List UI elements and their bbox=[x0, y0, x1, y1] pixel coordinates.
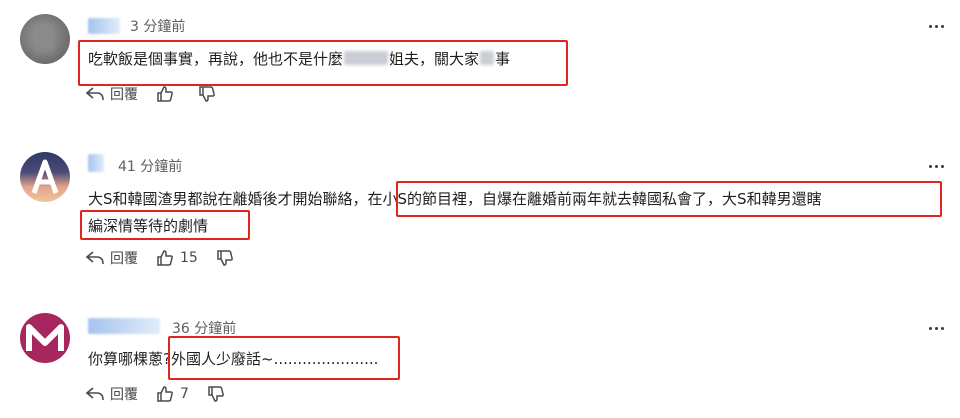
reply-icon bbox=[86, 387, 104, 401]
reply-button[interactable]: 回覆 bbox=[86, 248, 138, 268]
username-blurred bbox=[88, 18, 120, 34]
thumbs-up-icon bbox=[157, 86, 173, 102]
highlight-box bbox=[396, 181, 942, 217]
username-blurred bbox=[88, 318, 160, 334]
more-options-icon[interactable] bbox=[924, 158, 948, 174]
comment-2: 41 分鐘前 大S和韓國渣男都說在離婚後才開始聯絡，在小S的節目裡，自爆在離婚前… bbox=[0, 140, 960, 275]
username-blurred bbox=[88, 154, 104, 172]
comment-actions: 回覆 15 bbox=[86, 248, 252, 268]
thumbs-down-icon bbox=[199, 86, 215, 102]
reply-icon bbox=[86, 251, 104, 265]
avatar-letter-m bbox=[26, 324, 64, 351]
dislike-button[interactable] bbox=[198, 85, 216, 103]
comment-1: 3 分鐘前 吃軟飯是個事實，再說，他也不是什麼 姐夫，關大家事 回覆 bbox=[0, 0, 960, 110]
thumbs-up-icon bbox=[157, 386, 173, 402]
like-button[interactable]: 7 bbox=[156, 385, 189, 403]
dislike-button[interactable] bbox=[207, 385, 225, 403]
comment-actions: 回覆 7 bbox=[86, 384, 243, 404]
reply-button[interactable]: 回覆 bbox=[86, 384, 138, 404]
like-button[interactable]: 15 bbox=[156, 249, 198, 267]
thumbs-down-icon bbox=[217, 250, 233, 266]
comment-time: 3 分鐘前 bbox=[130, 19, 186, 35]
more-options-icon[interactable] bbox=[924, 18, 948, 34]
avatar[interactable] bbox=[20, 14, 70, 64]
comment-3: 36 分鐘前 你算哪棵蔥?外國人少廢話~....................… bbox=[0, 300, 960, 418]
reply-icon bbox=[86, 87, 104, 101]
like-count: 15 bbox=[180, 250, 198, 266]
highlight-box bbox=[78, 40, 568, 86]
like-count: 7 bbox=[180, 386, 189, 402]
avatar-letter-a bbox=[31, 159, 59, 194]
thumbs-up-icon bbox=[157, 250, 173, 266]
highlight-box bbox=[168, 336, 400, 380]
more-options-icon[interactable] bbox=[924, 320, 948, 336]
comment-actions: 回覆 bbox=[86, 84, 234, 104]
comment-time: 36 分鐘前 bbox=[172, 321, 237, 337]
avatar[interactable] bbox=[20, 313, 70, 363]
thumbs-down-icon bbox=[208, 386, 224, 402]
avatar[interactable] bbox=[20, 152, 70, 202]
like-button[interactable] bbox=[156, 85, 180, 103]
dislike-button[interactable] bbox=[216, 249, 234, 267]
highlight-box bbox=[80, 210, 250, 240]
reply-button[interactable]: 回覆 bbox=[86, 84, 138, 104]
comment-time: 41 分鐘前 bbox=[118, 159, 183, 175]
